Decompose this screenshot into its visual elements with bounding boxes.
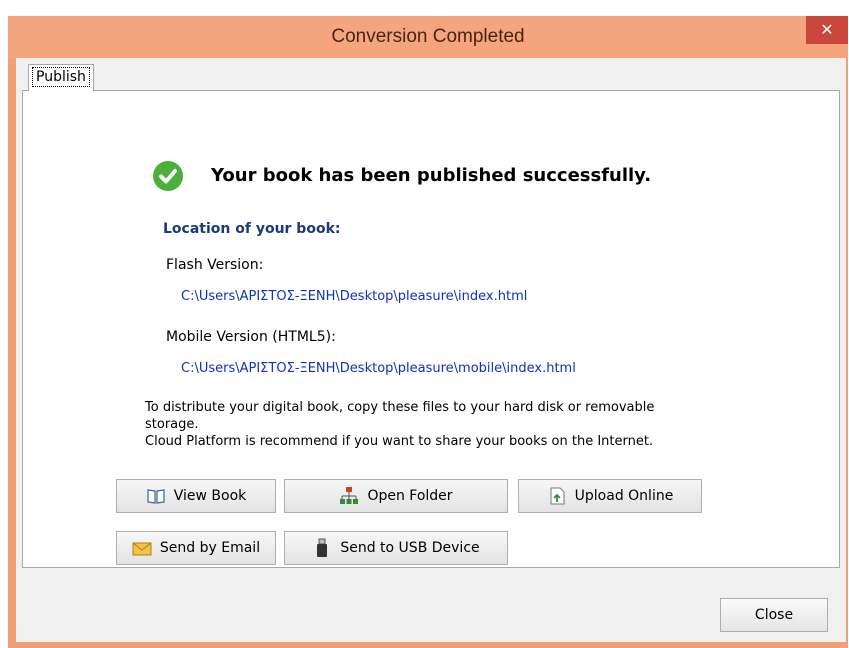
usb-icon	[312, 538, 332, 558]
upload-icon	[547, 486, 567, 506]
email-icon	[132, 538, 152, 558]
send-usb-label: Send to USB Device	[340, 540, 480, 556]
title-bar[interactable]: Conversion Completed ✕	[8, 16, 848, 58]
dialog-window: Conversion Completed ✕ Publish Your book…	[8, 16, 848, 648]
close-button[interactable]: Close	[720, 598, 828, 632]
footer-bar: Close	[16, 568, 846, 642]
flash-version-path[interactable]: C:\Users\ΑΡΙΣΤΟΣ-ΞΕΝΗ\Desktop\pleasure\i…	[181, 289, 527, 304]
view-book-label: View Book	[173, 488, 247, 504]
distribute-line-1: To distribute your digital book, copy th…	[145, 400, 655, 415]
upload-online-button[interactable]: Upload Online	[518, 479, 702, 513]
dialog-client: Publish Your book has been published suc…	[16, 58, 846, 642]
view-book-button[interactable]: View Book	[116, 479, 276, 513]
distribute-text: To distribute your digital book, copy th…	[145, 399, 745, 450]
check-icon	[153, 161, 183, 191]
success-headline: Your book has been published successfull…	[211, 165, 652, 186]
book-icon	[146, 486, 166, 506]
close-icon[interactable]: ✕	[806, 16, 848, 44]
location-label: Location of your book:	[163, 221, 341, 237]
tab-publish[interactable]: Publish	[28, 64, 94, 91]
open-folder-button[interactable]: Open Folder	[284, 479, 508, 513]
folder-tree-icon	[339, 486, 359, 506]
tab-strip: Publish	[16, 58, 846, 92]
mobile-version-path[interactable]: C:\Users\ΑΡΙΣΤΟΣ-ΞΕΝΗ\Desktop\pleasure\m…	[181, 361, 576, 376]
mobile-version-label: Mobile Version (HTML5):	[166, 329, 336, 345]
distribute-line-2: storage.	[145, 417, 199, 432]
window-title: Conversion Completed	[331, 26, 525, 47]
tab-publish-label: Publish	[32, 67, 90, 87]
publish-panel: Your book has been published successfull…	[22, 90, 840, 568]
distribute-line-3: Cloud Platform is recommend if you want …	[145, 434, 654, 449]
upload-online-label: Upload Online	[574, 488, 674, 504]
send-usb-button[interactable]: Send to USB Device	[284, 531, 508, 565]
open-folder-label: Open Folder	[367, 488, 453, 504]
send-email-button[interactable]: Send by Email	[116, 531, 276, 565]
send-email-label: Send by Email	[159, 540, 261, 556]
flash-version-label: Flash Version:	[166, 257, 264, 273]
